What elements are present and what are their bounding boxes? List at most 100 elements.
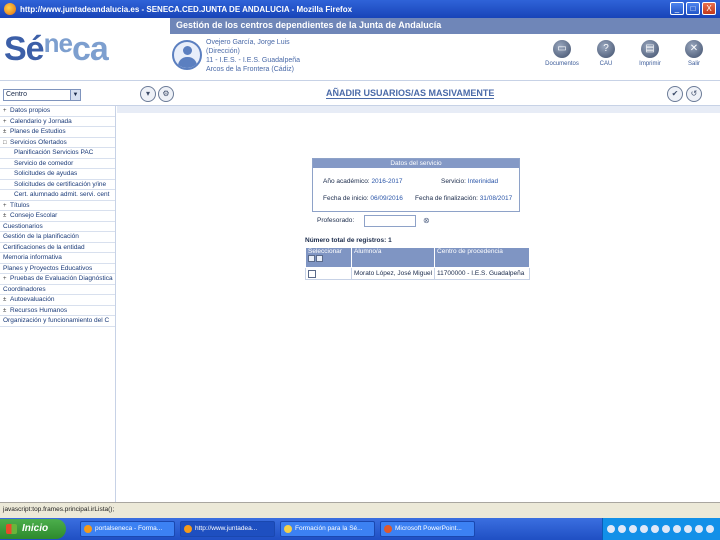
- filter-label: Profesorado:: [317, 217, 355, 224]
- service-info-heading: Datos del servicio: [313, 159, 519, 168]
- documents-icon: ▭: [553, 40, 571, 58]
- fecha-fin: Fecha de finalización: 31/08/2017: [415, 195, 512, 202]
- tray-icon[interactable]: [607, 525, 615, 533]
- sidebar-item-consejo-escolar[interactable]: ± Consejo Escolar: [0, 211, 115, 222]
- row-checkbox[interactable]: [308, 269, 316, 278]
- sidebar-item-pruebas-evaluacion[interactable]: + Pruebas de Evaluación Diagnóstica: [0, 274, 115, 285]
- user-info: Ovejero García, Jorge Luis (Dirección) 1…: [206, 38, 300, 74]
- seneca-logo: Séneca: [4, 28, 109, 68]
- record-count: Número total de registros: 1: [305, 237, 392, 244]
- sidebar-item-label: Planes y Proyectos Educativos: [3, 264, 93, 272]
- user-role: (Dirección): [206, 48, 240, 55]
- anio-academico: Año académico: 2016-2017: [323, 178, 403, 185]
- close-window-button[interactable]: X: [702, 2, 716, 15]
- servicio-value: Interinidad: [467, 178, 499, 185]
- servicio-label: Servicio:: [441, 178, 466, 185]
- cau-button[interactable]: ? CAU: [584, 40, 628, 67]
- centro-select[interactable]: Centro ▼: [3, 89, 81, 101]
- expand-icon: ±: [3, 307, 7, 314]
- start-label: Inicio: [22, 523, 49, 534]
- tray-icon[interactable]: [618, 525, 626, 533]
- sidebar-item-recursos-humanos[interactable]: ± Recursos Humanos: [0, 306, 115, 316]
- sidebar-item-cuestionarios[interactable]: Cuestionarios: [0, 222, 115, 232]
- expand-icon: +: [3, 108, 7, 114]
- content-top-band: [117, 106, 720, 113]
- sidebar-subitem-comedor[interactable]: Servicio de comedor: [0, 159, 115, 169]
- accept-icon[interactable]: ✔: [667, 86, 683, 102]
- results-table: Seleccionar Alumno/a Centro de procedenc…: [305, 247, 530, 280]
- sidebar-item-planes-proyectos[interactable]: Planes y Proyectos Educativos: [0, 264, 115, 274]
- sidebar-item-autoevaluacion[interactable]: ± Autoevaluación: [0, 295, 115, 306]
- avatar-head: [183, 46, 192, 55]
- alumno-column-header[interactable]: Alumno/a: [350, 247, 436, 268]
- sidebar-subitem-planificacion-pac[interactable]: Planificación Servicios PAC: [0, 148, 115, 159]
- print-button[interactable]: ▤ Imprimir: [628, 40, 672, 67]
- sidebar-item-label: Certificaciones de la entidad: [3, 243, 85, 251]
- header-title: Gestión de los centros dependientes de l…: [176, 20, 442, 30]
- sidebar-item-label: Cert. alumnado admit. servi. cent: [14, 191, 110, 198]
- sidebar-item-datos-propios[interactable]: + Datos propios: [0, 106, 115, 117]
- user-name: Ovejero García, Jorge Luis: [206, 39, 290, 46]
- tray-icon[interactable]: [706, 525, 714, 533]
- header-band: Gestión de los centros dependientes de l…: [170, 18, 720, 34]
- sidebar-item-organizacion[interactable]: Organización y funcionamiento del C: [0, 316, 115, 327]
- minimize-button[interactable]: _: [670, 2, 684, 15]
- expand-icon: ±: [3, 297, 7, 303]
- task-juntadeandalucia[interactable]: http://www.juntadea...: [180, 521, 275, 537]
- firefox-icon: [84, 525, 92, 533]
- tray-icon[interactable]: [629, 525, 637, 533]
- exit-button[interactable]: ✕ Salir: [672, 40, 716, 67]
- tray-icon[interactable]: [640, 525, 648, 533]
- task-powerpoint[interactable]: Microsoft PowerPoint...: [380, 521, 475, 537]
- tray-icon[interactable]: [662, 525, 670, 533]
- deselect-all-checkbox[interactable]: [316, 255, 323, 262]
- documents-button[interactable]: ▭ Documentos: [540, 40, 584, 67]
- firefox-icon: [4, 3, 16, 15]
- sidebar-item-label: Coordinadores: [3, 285, 46, 293]
- user-location: Arcos de la Frontera (Cádiz): [206, 66, 294, 73]
- back-icon[interactable]: ↺: [686, 86, 702, 102]
- sidebar-item-titulos[interactable]: + Títulos: [0, 201, 115, 211]
- cau-label: CAU: [599, 61, 613, 67]
- expand-icon: +: [3, 202, 7, 209]
- tray-icon[interactable]: [695, 525, 703, 533]
- sidebar-item-label: Autoevaluación: [10, 296, 55, 303]
- sidebar-item-label: Solicitudes de certificación y/ine: [14, 180, 107, 188]
- centro-column-header[interactable]: Centro de procedencia: [434, 247, 530, 268]
- sidebar-item-calendario[interactable]: + Calendario y Jornada: [0, 117, 115, 127]
- chevron-down-icon: ▼: [70, 90, 80, 100]
- settings-icon[interactable]: ⚙: [158, 86, 174, 102]
- sidebar-item-certificaciones[interactable]: Certificaciones de la entidad: [0, 243, 115, 253]
- powerpoint-icon: [384, 525, 392, 533]
- sidebar-item-coordinadores[interactable]: Coordinadores: [0, 285, 115, 295]
- tray-icon[interactable]: [651, 525, 659, 533]
- sidebar-item-servicios-ofertados[interactable]: □ Servicios Ofertados: [0, 138, 115, 148]
- profesorado-filter-input[interactable]: [364, 215, 416, 227]
- table-row[interactable]: Morato López, José Miguel 11700000 - I.E…: [305, 267, 530, 280]
- sidebar-subitem-ayudas[interactable]: Solicitudes de ayudas: [0, 169, 115, 180]
- expand-icon: ±: [3, 129, 7, 135]
- sidebar-item-memoria[interactable]: Memoria informativa: [0, 253, 115, 264]
- sidebar-item-label: Servicio de comedor: [14, 159, 74, 167]
- centro-select-value: Centro: [6, 91, 28, 98]
- task-portalseneca[interactable]: portalseneca - Forma...: [80, 521, 175, 537]
- sidebar-item-planificacion[interactable]: Gestión de la planificación: [0, 232, 115, 243]
- taskbar-tasks: portalseneca - Forma... http://www.junta…: [80, 521, 475, 537]
- tray-icon[interactable]: [684, 525, 692, 533]
- sidebar-item-label: Gestión de la planificación: [3, 233, 79, 240]
- expand-icon: ±: [3, 213, 7, 219]
- start-button[interactable]: Inicio: [0, 519, 66, 539]
- maximize-button[interactable]: □: [686, 2, 700, 15]
- sidebar-subitem-certificacion[interactable]: Solicitudes de certificación y/ine: [0, 180, 115, 190]
- system-tray: [602, 518, 720, 540]
- select-all-checkbox[interactable]: [308, 255, 315, 262]
- print-icon: ▤: [641, 40, 659, 58]
- task-formacion[interactable]: Formación para la Sé...: [280, 521, 375, 537]
- sidebar-item-planes-estudios[interactable]: ± Planes de Estudios: [0, 127, 115, 138]
- sidebar-subitem-cert-alumnado[interactable]: Cert. alumnado admit. servi. cent: [0, 190, 115, 201]
- browser-status-bar: javascript:top.frames.principal.irLista(…: [0, 502, 720, 518]
- clear-filter-icon[interactable]: ⊗: [423, 216, 430, 225]
- menu-dropdown-icon[interactable]: ▾: [140, 86, 156, 102]
- tray-icon[interactable]: [673, 525, 681, 533]
- servicio: Servicio: Interinidad: [441, 178, 498, 185]
